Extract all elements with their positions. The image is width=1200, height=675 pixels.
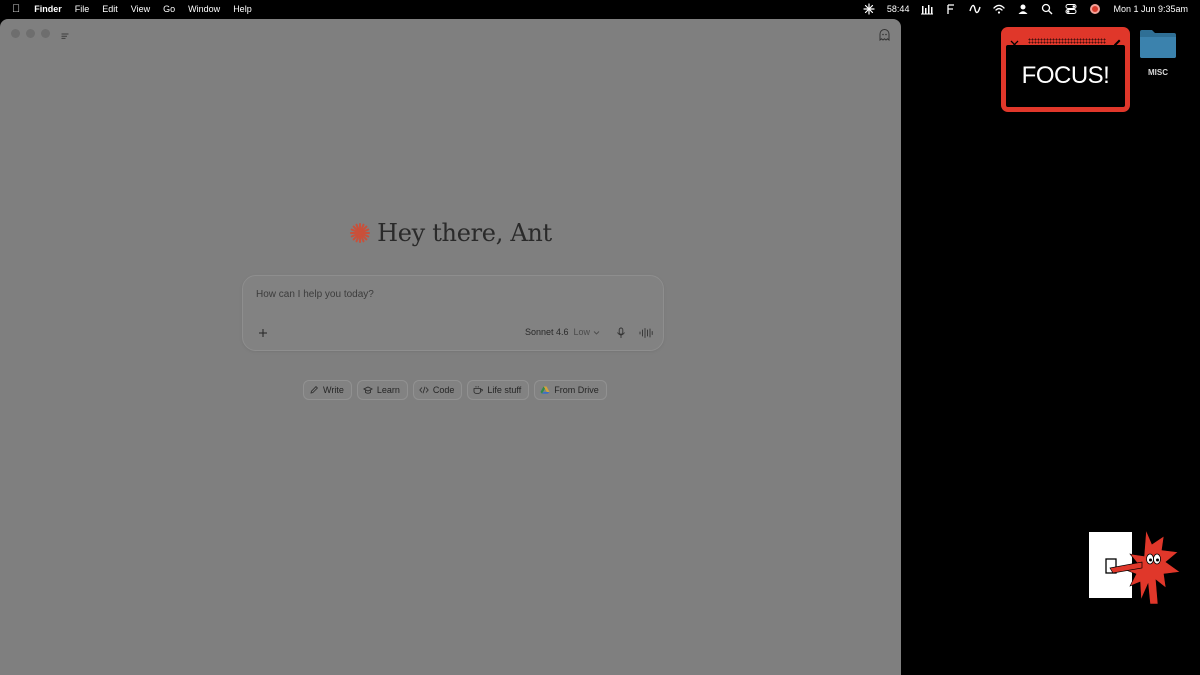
focus-widget[interactable]: FOCUS! [1001,27,1130,112]
menu-bar:  Finder File Edit View Go Window Help 5… [0,0,1200,18]
chip-label: Code [432,385,455,395]
apple-menu-icon[interactable]:  [12,3,20,15]
claude-starburst-icon [349,222,371,244]
focus-timer[interactable]: 58:44 [887,4,910,14]
menu-app-name[interactable]: Finder [34,4,62,14]
incognito-ghost-icon[interactable] [878,28,891,42]
claude-status-icon[interactable] [863,3,875,15]
chip-learn[interactable]: Learn [356,380,408,400]
chevron-down-icon [593,330,600,335]
mascot-door-icon [1086,526,1184,606]
chip-label: Write [323,385,344,395]
menu-view[interactable]: View [131,4,150,14]
code-icon [419,386,429,394]
effort-level: Low [573,327,591,337]
sidebar-toggle-icon[interactable] [60,28,70,39]
voice-mode-icon[interactable] [639,326,653,338]
chip-life-stuff[interactable]: Life stuff [467,380,530,400]
activity-bars-icon[interactable] [921,3,934,15]
prompt-input[interactable] [256,289,636,300]
wifi-icon[interactable] [993,3,1006,15]
focus-app-icon[interactable] [1089,3,1101,15]
pencil-icon[interactable] [1112,35,1122,47]
text-format-icon[interactable] [945,3,957,15]
google-drive-icon [540,386,550,394]
chip-label: Learn [376,385,400,395]
suggestion-chips: Write Learn Code Life stuff From Drive [303,380,612,400]
model-name: Sonnet 4.6 [525,327,569,337]
add-attachment-button[interactable] [257,326,269,338]
folder-icon [1140,30,1176,58]
menu-clock[interactable]: Mon 1 Jun 9:35am [1113,4,1188,14]
graduation-cap-icon [362,386,373,394]
focus-text: FOCUS! [1021,62,1110,89]
search-icon[interactable] [1041,3,1053,15]
pencil-icon [310,386,318,394]
menu-file[interactable]: File [75,4,90,14]
close-icon[interactable] [1010,36,1019,49]
chip-label: From Drive [554,385,599,395]
folder-label: MISC [1148,68,1168,77]
zoom-window-button[interactable] [41,29,50,38]
menu-help[interactable]: Help [233,4,252,14]
claude-window: Hey there, Ant Sonnet 4.6 Low Write Lear… [0,19,901,675]
chip-from-drive[interactable]: From Drive [534,380,607,400]
wave-icon[interactable] [969,3,982,15]
chip-code[interactable]: Code [412,380,463,400]
chip-label: Life stuff [487,385,522,395]
menu-window[interactable]: Window [188,4,220,14]
menu-edit[interactable]: Edit [102,4,118,14]
window-controls [11,29,56,38]
greeting: Hey there, Ant [0,219,901,247]
greeting-text: Hey there, Ant [377,219,552,247]
drag-handle[interactable] [1028,38,1106,44]
control-center-icon[interactable] [1065,3,1077,15]
microphone-icon[interactable] [615,326,627,338]
minimize-window-button[interactable] [26,29,35,38]
user-icon[interactable] [1017,3,1029,15]
chip-write[interactable]: Write [303,380,352,400]
menu-go[interactable]: Go [163,4,175,14]
close-window-button[interactable] [11,29,20,38]
desktop-folder-misc[interactable]: MISC [1138,27,1178,77]
focus-display: FOCUS! [1006,45,1125,107]
composer: Sonnet 4.6 Low [242,275,664,351]
model-selector[interactable]: Sonnet 4.6 Low [525,327,600,337]
coffee-cup-icon [473,386,484,394]
